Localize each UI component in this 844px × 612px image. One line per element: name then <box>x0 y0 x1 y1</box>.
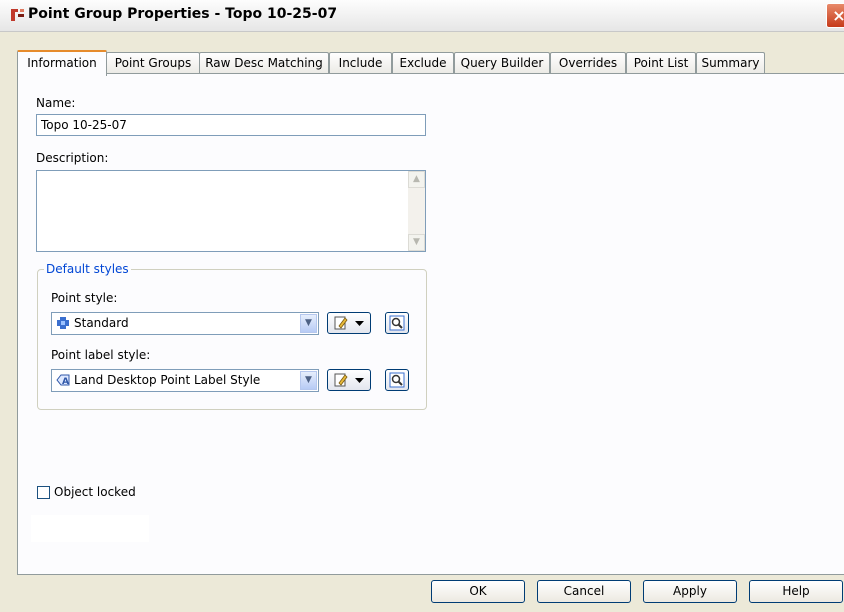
point-label-style-value: Land Desktop Point Label Style <box>74 373 261 387</box>
point-style-dropdown[interactable]: Standard ▼ <box>51 312 319 335</box>
civil3d-app-icon <box>11 9 24 21</box>
default-styles-title: Default styles <box>44 262 131 276</box>
tab-summary[interactable]: Summary <box>696 52 765 73</box>
title-bar[interactable]: Point Group Properties - Topo 10-25-07 × <box>0 0 844 32</box>
point-style-value: Standard <box>74 316 129 330</box>
chevron-down-icon[interactable]: ▼ <box>300 371 317 390</box>
point-label-style-dropdown[interactable]: A Land Desktop Point Label Style ▼ <box>51 369 319 392</box>
tab-point-groups[interactable]: Point Groups <box>106 52 200 73</box>
svg-text:A: A <box>62 377 69 387</box>
blank-panel <box>31 515 149 542</box>
edit-style-icon <box>334 373 348 387</box>
scroll-up-icon[interactable]: ▲ <box>408 171 425 188</box>
cancel-button[interactable]: Cancel <box>537 580 631 603</box>
tab-include[interactable]: Include <box>329 52 392 73</box>
description-textarea[interactable]: ▲ ▼ <box>36 170 426 252</box>
point-style-icon <box>57 317 69 329</box>
name-input[interactable]: Topo 10-25-07 <box>36 114 426 136</box>
window-title: Point Group Properties - Topo 10-25-07 <box>28 6 338 22</box>
description-label: Description: <box>36 151 109 165</box>
object-locked-checkbox[interactable] <box>37 486 50 499</box>
magnifier-icon <box>389 372 405 388</box>
chevron-down-icon[interactable]: ▼ <box>300 314 317 333</box>
tab-overrides[interactable]: Overrides <box>550 52 626 73</box>
label-style-icon: A <box>56 374 70 387</box>
magnifier-icon <box>389 315 405 331</box>
scroll-down-icon[interactable]: ▼ <box>408 234 425 251</box>
help-button[interactable]: Help <box>749 580 843 603</box>
tab-information[interactable]: Information <box>17 50 107 76</box>
edit-point-style-button[interactable] <box>327 312 371 334</box>
edit-style-icon <box>334 316 348 330</box>
dropdown-arrow-icon <box>355 378 364 383</box>
tab-exclude[interactable]: Exclude <box>392 52 454 73</box>
tab-point-list[interactable]: Point List <box>626 52 696 73</box>
point-label-style-label: Point label style: <box>51 348 151 362</box>
name-label: Name: <box>36 96 76 110</box>
dropdown-arrow-icon <box>355 321 364 326</box>
description-scrollbar[interactable]: ▲ ▼ <box>408 171 425 251</box>
point-style-label: Point style: <box>51 291 118 305</box>
close-button[interactable]: × <box>826 3 844 28</box>
preview-point-style-button[interactable] <box>385 312 409 334</box>
edit-point-label-style-button[interactable] <box>327 369 371 391</box>
apply-button[interactable]: Apply <box>643 580 737 603</box>
tab-raw-desc-matching[interactable]: Raw Desc Matching <box>199 52 329 73</box>
object-locked-label[interactable]: Object locked <box>54 485 136 499</box>
ok-button[interactable]: OK <box>431 580 525 603</box>
tab-query-builder[interactable]: Query Builder <box>454 52 550 73</box>
close-icon: × <box>832 6 844 25</box>
preview-point-label-style-button[interactable] <box>385 369 409 391</box>
